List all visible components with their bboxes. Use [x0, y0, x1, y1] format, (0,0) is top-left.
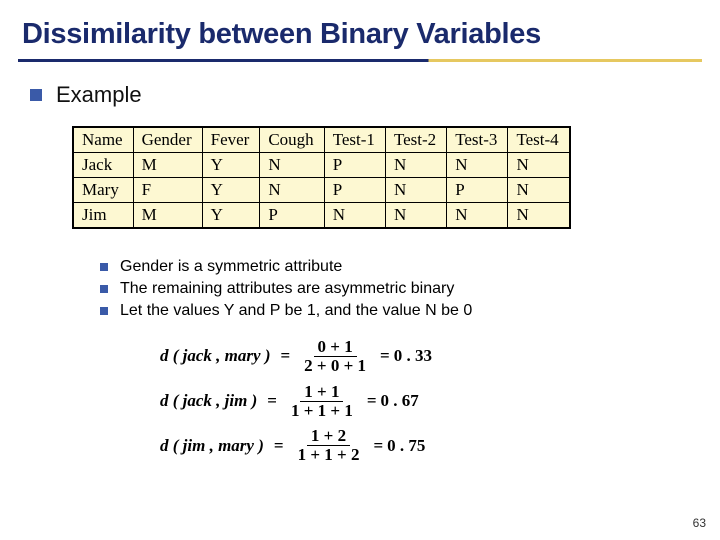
table-cell: N: [385, 153, 446, 178]
table-cell: N: [447, 153, 508, 178]
table-header-cell: Test-3: [447, 128, 508, 153]
page-number: 63: [693, 516, 706, 530]
sub-bullet-list: Gender is a symmetric attribute The rema…: [100, 258, 690, 320]
table-header-row: Name Gender Fever Cough Test-1 Test-2 Te…: [74, 128, 570, 153]
bullet-icon: [100, 285, 108, 293]
table-row: Jim M Y P N N N N: [74, 203, 570, 228]
example-bullet-line: Example: [30, 82, 690, 108]
equation: d ( jim , mary ) = 1 + 2 1 + 1 + 2 = 0 .…: [160, 427, 690, 464]
table-cell: P: [260, 203, 324, 228]
table-header-cell: Test-1: [324, 128, 385, 153]
bullet-icon: [100, 263, 108, 271]
equation-numerator: 0 + 1: [314, 338, 357, 357]
sub-bullet-item: Let the values Y and P be 1, and the val…: [100, 302, 690, 320]
table-cell: M: [133, 203, 202, 228]
equation-fraction: 1 + 2 1 + 1 + 2: [294, 427, 364, 464]
equals-sign: =: [367, 391, 377, 411]
table-row: Jack M Y N P N N N: [74, 153, 570, 178]
page-title: Dissimilarity between Binary Variables: [0, 0, 720, 59]
table-header-cell: Test-4: [508, 128, 569, 153]
equation-result: 0 . 33: [394, 346, 432, 366]
equation-denominator: 1 + 1 + 2: [294, 446, 364, 464]
bullet-icon: [30, 89, 42, 101]
sub-bullet-text: The remaining attributes are asymmetric …: [120, 280, 454, 298]
equals-sign: =: [267, 391, 277, 411]
equation-denominator: 1 + 1 + 1: [287, 402, 357, 420]
equation-denominator: 2 + 0 + 1: [300, 357, 370, 375]
equation: d ( jack , mary ) = 0 + 1 2 + 0 + 1 = 0 …: [160, 338, 690, 375]
sub-bullet-text: Let the values Y and P be 1, and the val…: [120, 302, 472, 320]
content-area: Example Name Gender Fever Cough Test-1 T…: [0, 62, 720, 464]
equals-sign: =: [380, 346, 390, 366]
equation-lhs: d ( jack , jim ): [160, 391, 257, 411]
table-cell: Jack: [74, 153, 134, 178]
example-label: Example: [56, 82, 142, 108]
table-header-cell: Cough: [260, 128, 324, 153]
sub-bullet-item: The remaining attributes are asymmetric …: [100, 280, 690, 298]
table-cell: P: [324, 178, 385, 203]
equation-numerator: 1 + 2: [307, 427, 350, 446]
equation: d ( jack , jim ) = 1 + 1 1 + 1 + 1 = 0 .…: [160, 383, 690, 420]
equations-block: d ( jack , mary ) = 0 + 1 2 + 0 + 1 = 0 …: [160, 338, 690, 464]
equation-lhs: d ( jim , mary ): [160, 436, 264, 456]
equation-result: 0 . 75: [387, 436, 425, 456]
table-cell: M: [133, 153, 202, 178]
table-cell: N: [508, 178, 569, 203]
sub-bullet-text: Gender is a symmetric attribute: [120, 258, 342, 276]
table-cell: N: [260, 153, 324, 178]
equation-lhs: d ( jack , mary ): [160, 346, 270, 366]
equals-sign: =: [373, 436, 383, 456]
table-cell: N: [324, 203, 385, 228]
bullet-icon: [100, 307, 108, 315]
table-cell: P: [447, 178, 508, 203]
table-cell: Mary: [74, 178, 134, 203]
equation-result: 0 . 67: [381, 391, 419, 411]
table-cell: N: [385, 178, 446, 203]
equation-fraction: 0 + 1 2 + 0 + 1: [300, 338, 370, 375]
sub-bullet-item: Gender is a symmetric attribute: [100, 258, 690, 276]
equals-sign: =: [274, 436, 284, 456]
data-table-wrap: Name Gender Fever Cough Test-1 Test-2 Te…: [72, 126, 571, 229]
table-cell: N: [385, 203, 446, 228]
table-header-cell: Gender: [133, 128, 202, 153]
table-header-cell: Fever: [202, 128, 260, 153]
table-header-cell: Name: [74, 128, 134, 153]
equation-numerator: 1 + 1: [300, 383, 343, 402]
table-cell: Y: [202, 178, 260, 203]
equals-sign: =: [280, 346, 290, 366]
table-row: Mary F Y N P N P N: [74, 178, 570, 203]
data-table: Name Gender Fever Cough Test-1 Test-2 Te…: [73, 127, 570, 228]
table-cell: N: [260, 178, 324, 203]
table-cell: P: [324, 153, 385, 178]
table-header-cell: Test-2: [385, 128, 446, 153]
table-cell: Y: [202, 203, 260, 228]
table-cell: Y: [202, 153, 260, 178]
table-cell: F: [133, 178, 202, 203]
table-cell: N: [508, 203, 569, 228]
table-cell: Jim: [74, 203, 134, 228]
table-cell: N: [447, 203, 508, 228]
table-cell: N: [508, 153, 569, 178]
equation-fraction: 1 + 1 1 + 1 + 1: [287, 383, 357, 420]
